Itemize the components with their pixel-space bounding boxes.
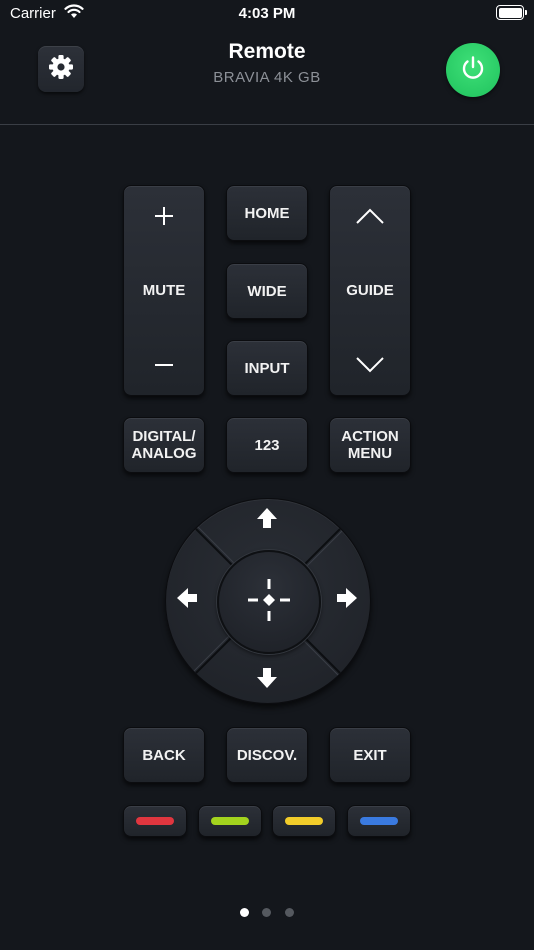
chevron-up-icon[interactable] bbox=[355, 204, 385, 228]
dpad-right-button[interactable] bbox=[327, 580, 367, 620]
power-icon bbox=[458, 53, 488, 88]
blue-bar bbox=[360, 817, 398, 825]
input-button[interactable]: INPUT bbox=[226, 340, 308, 396]
home-button[interactable]: HOME bbox=[226, 185, 308, 241]
green-bar bbox=[211, 817, 249, 825]
chevron-down-icon[interactable] bbox=[355, 353, 385, 377]
crosshair-icon bbox=[246, 577, 292, 628]
back-button[interactable]: BACK bbox=[123, 727, 205, 783]
status-time: 4:03 PM bbox=[238, 5, 296, 22]
channel-rocker[interactable]: GUIDE bbox=[329, 185, 411, 396]
arrow-left-icon bbox=[176, 587, 198, 614]
red-button[interactable] bbox=[123, 805, 187, 837]
plus-icon[interactable] bbox=[153, 204, 175, 228]
arrow-up-icon bbox=[256, 507, 278, 534]
action-menu-button[interactable]: ACTION MENU bbox=[329, 417, 411, 473]
exit-button[interactable]: EXIT bbox=[329, 727, 411, 783]
page-dot-2[interactable] bbox=[262, 908, 271, 917]
red-bar bbox=[136, 817, 174, 825]
numbers-button[interactable]: 123 bbox=[226, 417, 308, 473]
dpad-up-button[interactable] bbox=[247, 500, 287, 540]
green-button[interactable] bbox=[198, 805, 262, 837]
action-menu-line1: ACTION bbox=[341, 428, 399, 445]
wide-button[interactable]: WIDE bbox=[226, 263, 308, 319]
arrow-right-icon bbox=[336, 587, 358, 614]
status-bar: Carrier 4:03 PM bbox=[0, 0, 534, 28]
digital-analog-line2: ANALOG bbox=[131, 445, 197, 462]
discover-button[interactable]: DISCOV. bbox=[226, 727, 308, 783]
power-button[interactable] bbox=[446, 43, 500, 97]
ok-button[interactable] bbox=[217, 550, 321, 654]
yellow-button[interactable] bbox=[272, 805, 336, 837]
yellow-bar bbox=[285, 817, 323, 825]
blue-button[interactable] bbox=[347, 805, 411, 837]
guide-button[interactable]: GUIDE bbox=[346, 282, 394, 299]
action-menu-line2: MENU bbox=[347, 445, 393, 462]
header-divider bbox=[0, 124, 534, 125]
battery-icon bbox=[496, 5, 527, 20]
minus-icon[interactable] bbox=[153, 353, 175, 377]
dpad-left-button[interactable] bbox=[167, 580, 207, 620]
page-dot-3[interactable] bbox=[285, 908, 294, 917]
arrow-down-icon bbox=[256, 667, 278, 694]
dpad-down-button[interactable] bbox=[247, 660, 287, 700]
digital-analog-line1: DIGITAL/ bbox=[132, 428, 196, 445]
page-dot-1[interactable] bbox=[240, 908, 249, 917]
volume-rocker[interactable]: MUTE bbox=[123, 185, 205, 396]
mute-button[interactable]: MUTE bbox=[143, 282, 186, 299]
digital-analog-button[interactable]: DIGITAL/ ANALOG bbox=[123, 417, 205, 473]
